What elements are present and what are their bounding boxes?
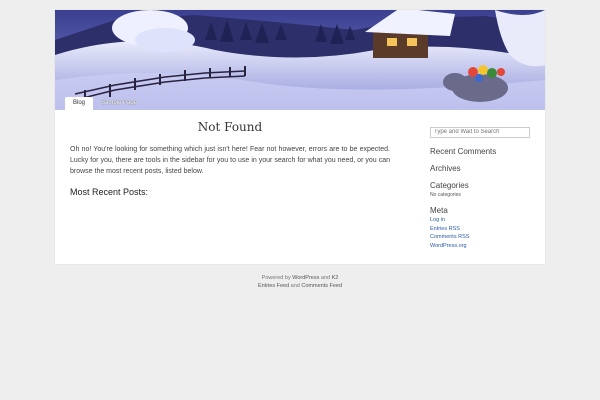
- categories-heading: Categories: [430, 181, 469, 190]
- footer-wordpress-link[interactable]: WordPress: [292, 275, 319, 281]
- winter-cabin-header-image: [55, 10, 545, 110]
- nav-tab-blog[interactable]: Blog: [65, 97, 94, 110]
- meta-link-entries-rss[interactable]: Entries RSS: [430, 225, 530, 234]
- main-navigation: Blog Sample Page: [65, 97, 145, 110]
- footer-powered-line: Powered by WordPress and K2: [55, 274, 545, 282]
- search-input[interactable]: [430, 126, 530, 138]
- meta-link-wordpress-org[interactable]: WordPress.org: [430, 242, 530, 251]
- footer-feeds-line: Entries Feed and Comments Feed: [55, 282, 545, 290]
- footer-and-text-2: and: [290, 283, 300, 289]
- footer-comments-feed-link[interactable]: Comments Feed: [301, 283, 342, 289]
- page-container: Blog Sample Page Not Found Oh no! You're…: [55, 10, 545, 264]
- footer-powered-prefix: Powered by: [261, 275, 291, 281]
- no-categories-text: No categories: [430, 192, 461, 198]
- page-title: Not Found: [197, 120, 263, 134]
- meta-heading: Meta: [430, 206, 448, 215]
- not-found-message: Oh no! You're looking for something whic…: [70, 146, 390, 175]
- meta-link-log-in[interactable]: Log in: [430, 216, 530, 225]
- recent-comments-heading: Recent Comments: [430, 147, 497, 156]
- footer-and-text: and: [320, 275, 331, 281]
- meta-links-list: Log in Entries RSS Comments RSS WordPres…: [430, 216, 530, 250]
- sidebar: Recent Comments Archives Categories No c…: [430, 120, 530, 250]
- archives-heading: Archives: [430, 164, 461, 173]
- footer-entries-feed-link[interactable]: Entries Feed: [258, 283, 289, 289]
- footer: Powered by WordPress and K2 Entries Feed…: [55, 274, 545, 290]
- nav-tab-sample-page[interactable]: Sample Page: [93, 97, 145, 110]
- recent-posts-heading: Most Recent Posts:: [70, 187, 149, 197]
- header-banner: Blog Sample Page: [55, 10, 545, 110]
- footer-k2-link[interactable]: K2: [332, 275, 339, 281]
- meta-link-comments-rss[interactable]: Comments RSS: [430, 233, 530, 242]
- main-content: Not Found Oh no! You're looking for some…: [70, 120, 390, 197]
